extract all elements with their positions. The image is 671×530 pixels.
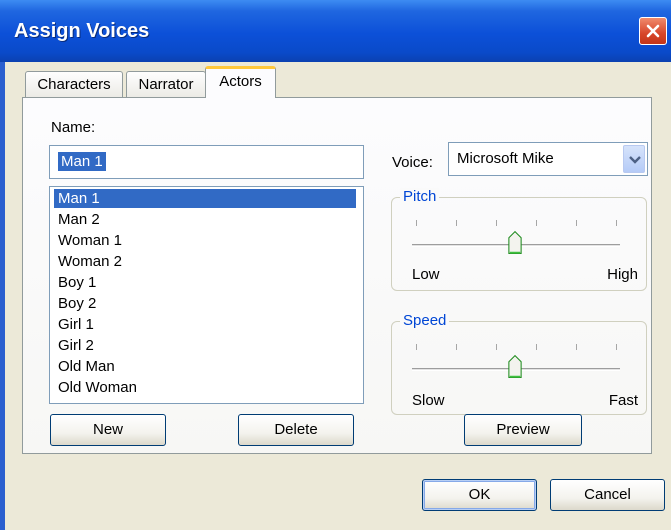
assign-voices-window: Assign Voices Characters Narrator Actors… [0,0,671,530]
list-item[interactable]: Man 2 [54,210,356,229]
slider-thumb[interactable] [508,230,522,256]
pitch-slider[interactable] [412,220,620,256]
dialog-client-area: Characters Narrator Actors Name: Man 1 M… [5,62,671,530]
list-item[interactable]: Old Man [54,357,356,376]
voice-value: Microsoft Mike [457,150,554,167]
list-item[interactable]: Woman 1 [54,231,356,250]
slider-tick [536,220,537,226]
speed-low-label: Slow [412,392,445,409]
tab-label: Narrator [138,76,194,93]
tab-label: Characters [37,76,111,93]
slider-tick [496,220,497,226]
voice-dropdown[interactable]: Microsoft Mike [448,142,648,176]
actors-tab-panel: Name: Man 1 Man 1 Man 2 Woman 1 Woman 2 Boy … [22,97,652,454]
list-item[interactable]: Man 1 [54,189,356,208]
ok-button-label: OK [468,486,491,503]
list-item[interactable]: Girl 1 [54,315,356,334]
new-button[interactable]: New [50,414,166,446]
speed-high-label: Fast [608,392,638,409]
pitch-low-label: Low [412,266,440,283]
slider-tick [616,344,617,350]
slider-tick [536,344,537,350]
name-label: Name: [51,119,96,136]
preview-button-label: Preview [496,421,550,438]
slider-thumb[interactable] [508,354,522,380]
pitch-high-label: High [607,266,638,283]
pitch-group: Pitch Low High [391,188,647,291]
actors-list[interactable]: Man 1 Man 2 Woman 1 Woman 2 Boy 1 Boy 2 Girl 1… [49,186,364,404]
slider-tick [616,220,617,226]
tab-characters[interactable]: Characters [25,71,123,97]
speed-group-title: Speed [400,312,450,329]
tab-actors[interactable]: Actors [205,66,276,98]
slider-tick [496,344,497,350]
chevron-down-icon [629,156,641,164]
pitch-group-title: Pitch [400,188,440,205]
tab-narrator[interactable]: Narrator [126,71,206,97]
dropdown-button[interactable] [623,145,645,173]
preview-button[interactable]: Preview [464,414,582,446]
slider-tick [456,344,457,350]
cancel-button-label: Cancel [584,486,631,503]
cancel-button[interactable]: Cancel [550,479,665,511]
speed-slider[interactable] [412,344,620,380]
speed-group: Speed Slow Fast [391,312,647,415]
slider-tick [576,220,577,226]
list-item[interactable]: Boy 2 [54,294,356,313]
name-value: Man 1 [58,152,106,171]
new-button-label: New [92,421,123,438]
slider-tick [416,220,417,226]
ok-button[interactable]: OK [422,479,537,511]
name-field[interactable]: Man 1 [49,145,364,179]
close-icon [646,24,660,38]
list-item[interactable]: Old Woman [54,378,356,397]
window-title: Assign Voices [14,20,150,42]
delete-button-label: Delete [274,421,318,438]
tab-label: Actors [219,73,262,90]
list-item[interactable]: Girl 2 [54,336,356,355]
slider-tick [416,344,417,350]
slider-tick [456,220,457,226]
list-item[interactable]: Boy 1 [54,273,356,292]
slider-tick [576,344,577,350]
title-bar[interactable]: Assign Voices [0,0,671,62]
list-item[interactable]: Woman 2 [54,252,356,271]
voice-label: Voice: [392,154,433,171]
delete-button[interactable]: Delete [238,414,354,446]
close-button[interactable] [639,17,667,45]
